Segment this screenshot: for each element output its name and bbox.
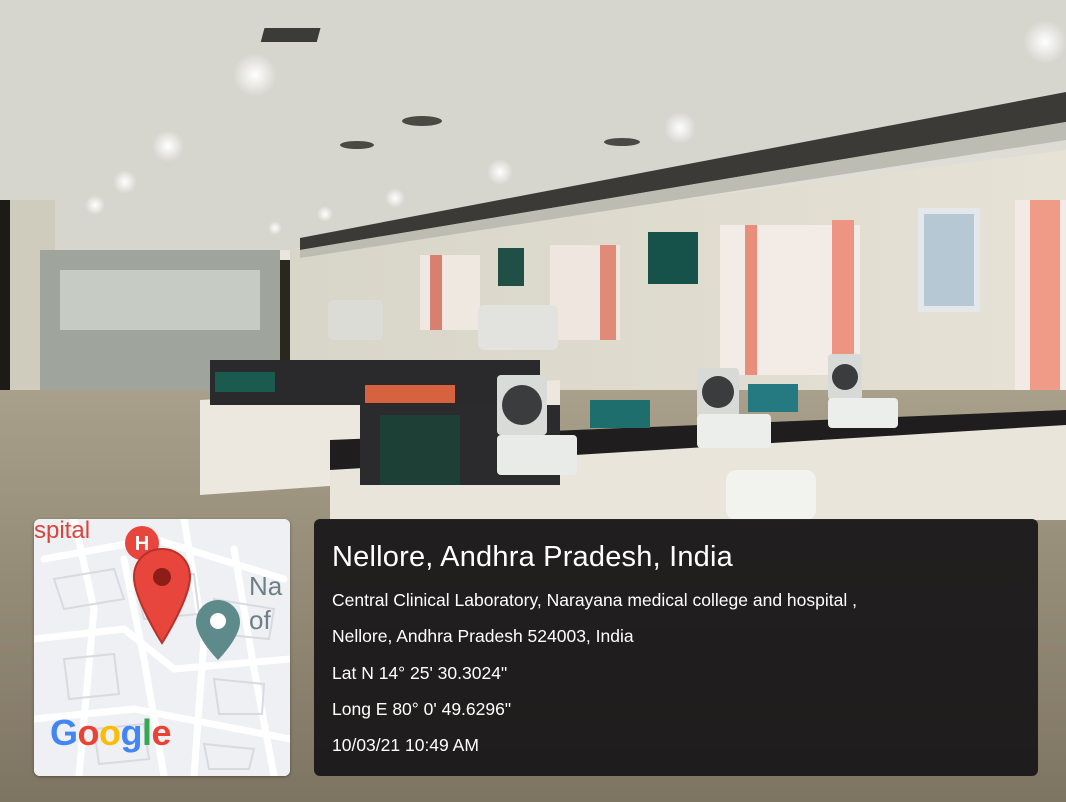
map-thumbnail: spital H Na of Google bbox=[34, 519, 290, 776]
google-logo-letter: g bbox=[120, 712, 143, 753]
address-line-2: Nellore, Andhra Pradesh 524003, India bbox=[332, 626, 634, 646]
geotagged-photo: spital H Na of Google Nellore, Andhra Pr… bbox=[0, 0, 1066, 802]
location-info-panel: Nellore, Andhra Pradesh, India Central C… bbox=[314, 519, 1038, 776]
map-place-label-line-1: Na bbox=[249, 571, 283, 601]
google-logo-letter: e bbox=[151, 712, 172, 753]
address-line-1: Central Clinical Laboratory, Narayana me… bbox=[332, 590, 857, 610]
google-logo-letter: o bbox=[99, 712, 121, 753]
map-place-label-line-2: of bbox=[249, 605, 271, 635]
longitude-text: Long E 80° 0' 49.6296" bbox=[332, 699, 512, 719]
google-logo-letter: l bbox=[142, 712, 152, 753]
google-logo: Google bbox=[50, 712, 172, 754]
google-logo-letter: G bbox=[50, 712, 78, 753]
map-hospital-label: spital bbox=[34, 519, 91, 544]
location-title: Nellore, Andhra Pradesh, India bbox=[332, 541, 733, 573]
datetime-text: 10/03/21 10:49 AM bbox=[332, 735, 479, 755]
red-location-pin-icon bbox=[132, 547, 192, 645]
latitude-text: Lat N 14° 25' 30.3024" bbox=[332, 663, 508, 683]
map-place-label: Na of bbox=[249, 569, 282, 637]
teal-location-pin-icon bbox=[196, 600, 240, 660]
google-logo-letter: o bbox=[77, 712, 100, 753]
